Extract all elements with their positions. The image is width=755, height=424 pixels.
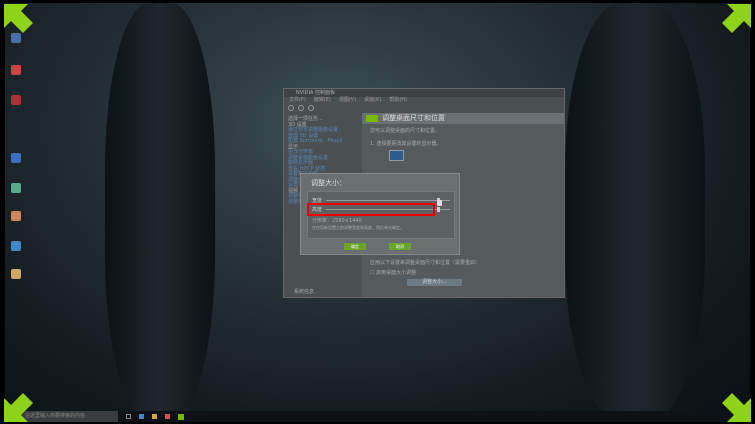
- menu-edit[interactable]: 编辑(E): [314, 97, 331, 103]
- desktop-icon[interactable]: [11, 153, 21, 163]
- page-description: 您可以调整桌面的尺寸和位置。: [370, 128, 441, 134]
- edge-icon[interactable]: [139, 414, 144, 419]
- window-title: NVIDIA 控制面板: [284, 89, 564, 97]
- expand-arrow-icon: [722, 4, 751, 33]
- home-icon[interactable]: [308, 105, 314, 111]
- page-title: 调整桌面尺寸和位置: [382, 114, 445, 122]
- resolution-text: 分辨率：2560×1440: [312, 218, 362, 224]
- menu-view[interactable]: 视图(V): [339, 97, 356, 103]
- dialog-note: 在应用新设置之前调整宽度和高度，然后单击确定。: [312, 225, 404, 230]
- expand-arrow-icon: [4, 393, 33, 422]
- apply-label: 应用以下设置来调整桌面尺寸和位置（需要重启）: [370, 260, 481, 266]
- nvidia-logo-icon: [366, 115, 378, 122]
- width-slider[interactable]: [326, 198, 450, 203]
- checkbox-label: 启用桌面大小调整: [376, 270, 417, 276]
- task-view-icon[interactable]: [126, 414, 131, 419]
- enable-resize-checkbox[interactable]: ☐ 启用桌面大小调整: [362, 269, 564, 279]
- monitor-icon[interactable]: [389, 150, 404, 161]
- toolbar: [284, 103, 564, 113]
- highlight-box: [307, 203, 435, 216]
- taskbar: 在这里输入你要搜索的内容: [5, 411, 750, 422]
- resize-button[interactable]: 调整大小...: [407, 279, 462, 286]
- expand-arrow-icon: [722, 393, 751, 422]
- dialog-title: 调整大小：: [311, 179, 346, 187]
- tree-trunk: [565, 3, 705, 421]
- system-info-link[interactable]: 系统信息: [294, 289, 314, 296]
- app-icon[interactable]: [165, 414, 170, 419]
- menu-help[interactable]: 帮助(H): [389, 97, 407, 103]
- menu-file[interactable]: 文件(F): [289, 97, 306, 103]
- expand-arrow-icon: [4, 4, 33, 33]
- ok-button[interactable]: 确定: [344, 243, 366, 250]
- menu-desktop[interactable]: 桌面(K): [364, 97, 381, 103]
- lock-icon[interactable]: [437, 200, 442, 206]
- desktop-icon[interactable]: [11, 183, 21, 193]
- desktop-icon[interactable]: [11, 65, 21, 75]
- back-icon[interactable]: [288, 105, 294, 111]
- explorer-icon[interactable]: [152, 414, 157, 419]
- desktop-icon[interactable]: [11, 95, 21, 105]
- nvidia-taskbar-icon[interactable]: [178, 413, 184, 420]
- desktop-icon[interactable]: [11, 269, 21, 279]
- cancel-button[interactable]: 取消: [389, 243, 411, 250]
- step-1-label: 1. 选择要更改其设置的显示器。: [370, 141, 442, 147]
- tree-trunk: [105, 3, 215, 421]
- desktop-icon[interactable]: [11, 211, 21, 221]
- forward-icon[interactable]: [298, 105, 304, 111]
- desktop-icon[interactable]: [11, 241, 21, 251]
